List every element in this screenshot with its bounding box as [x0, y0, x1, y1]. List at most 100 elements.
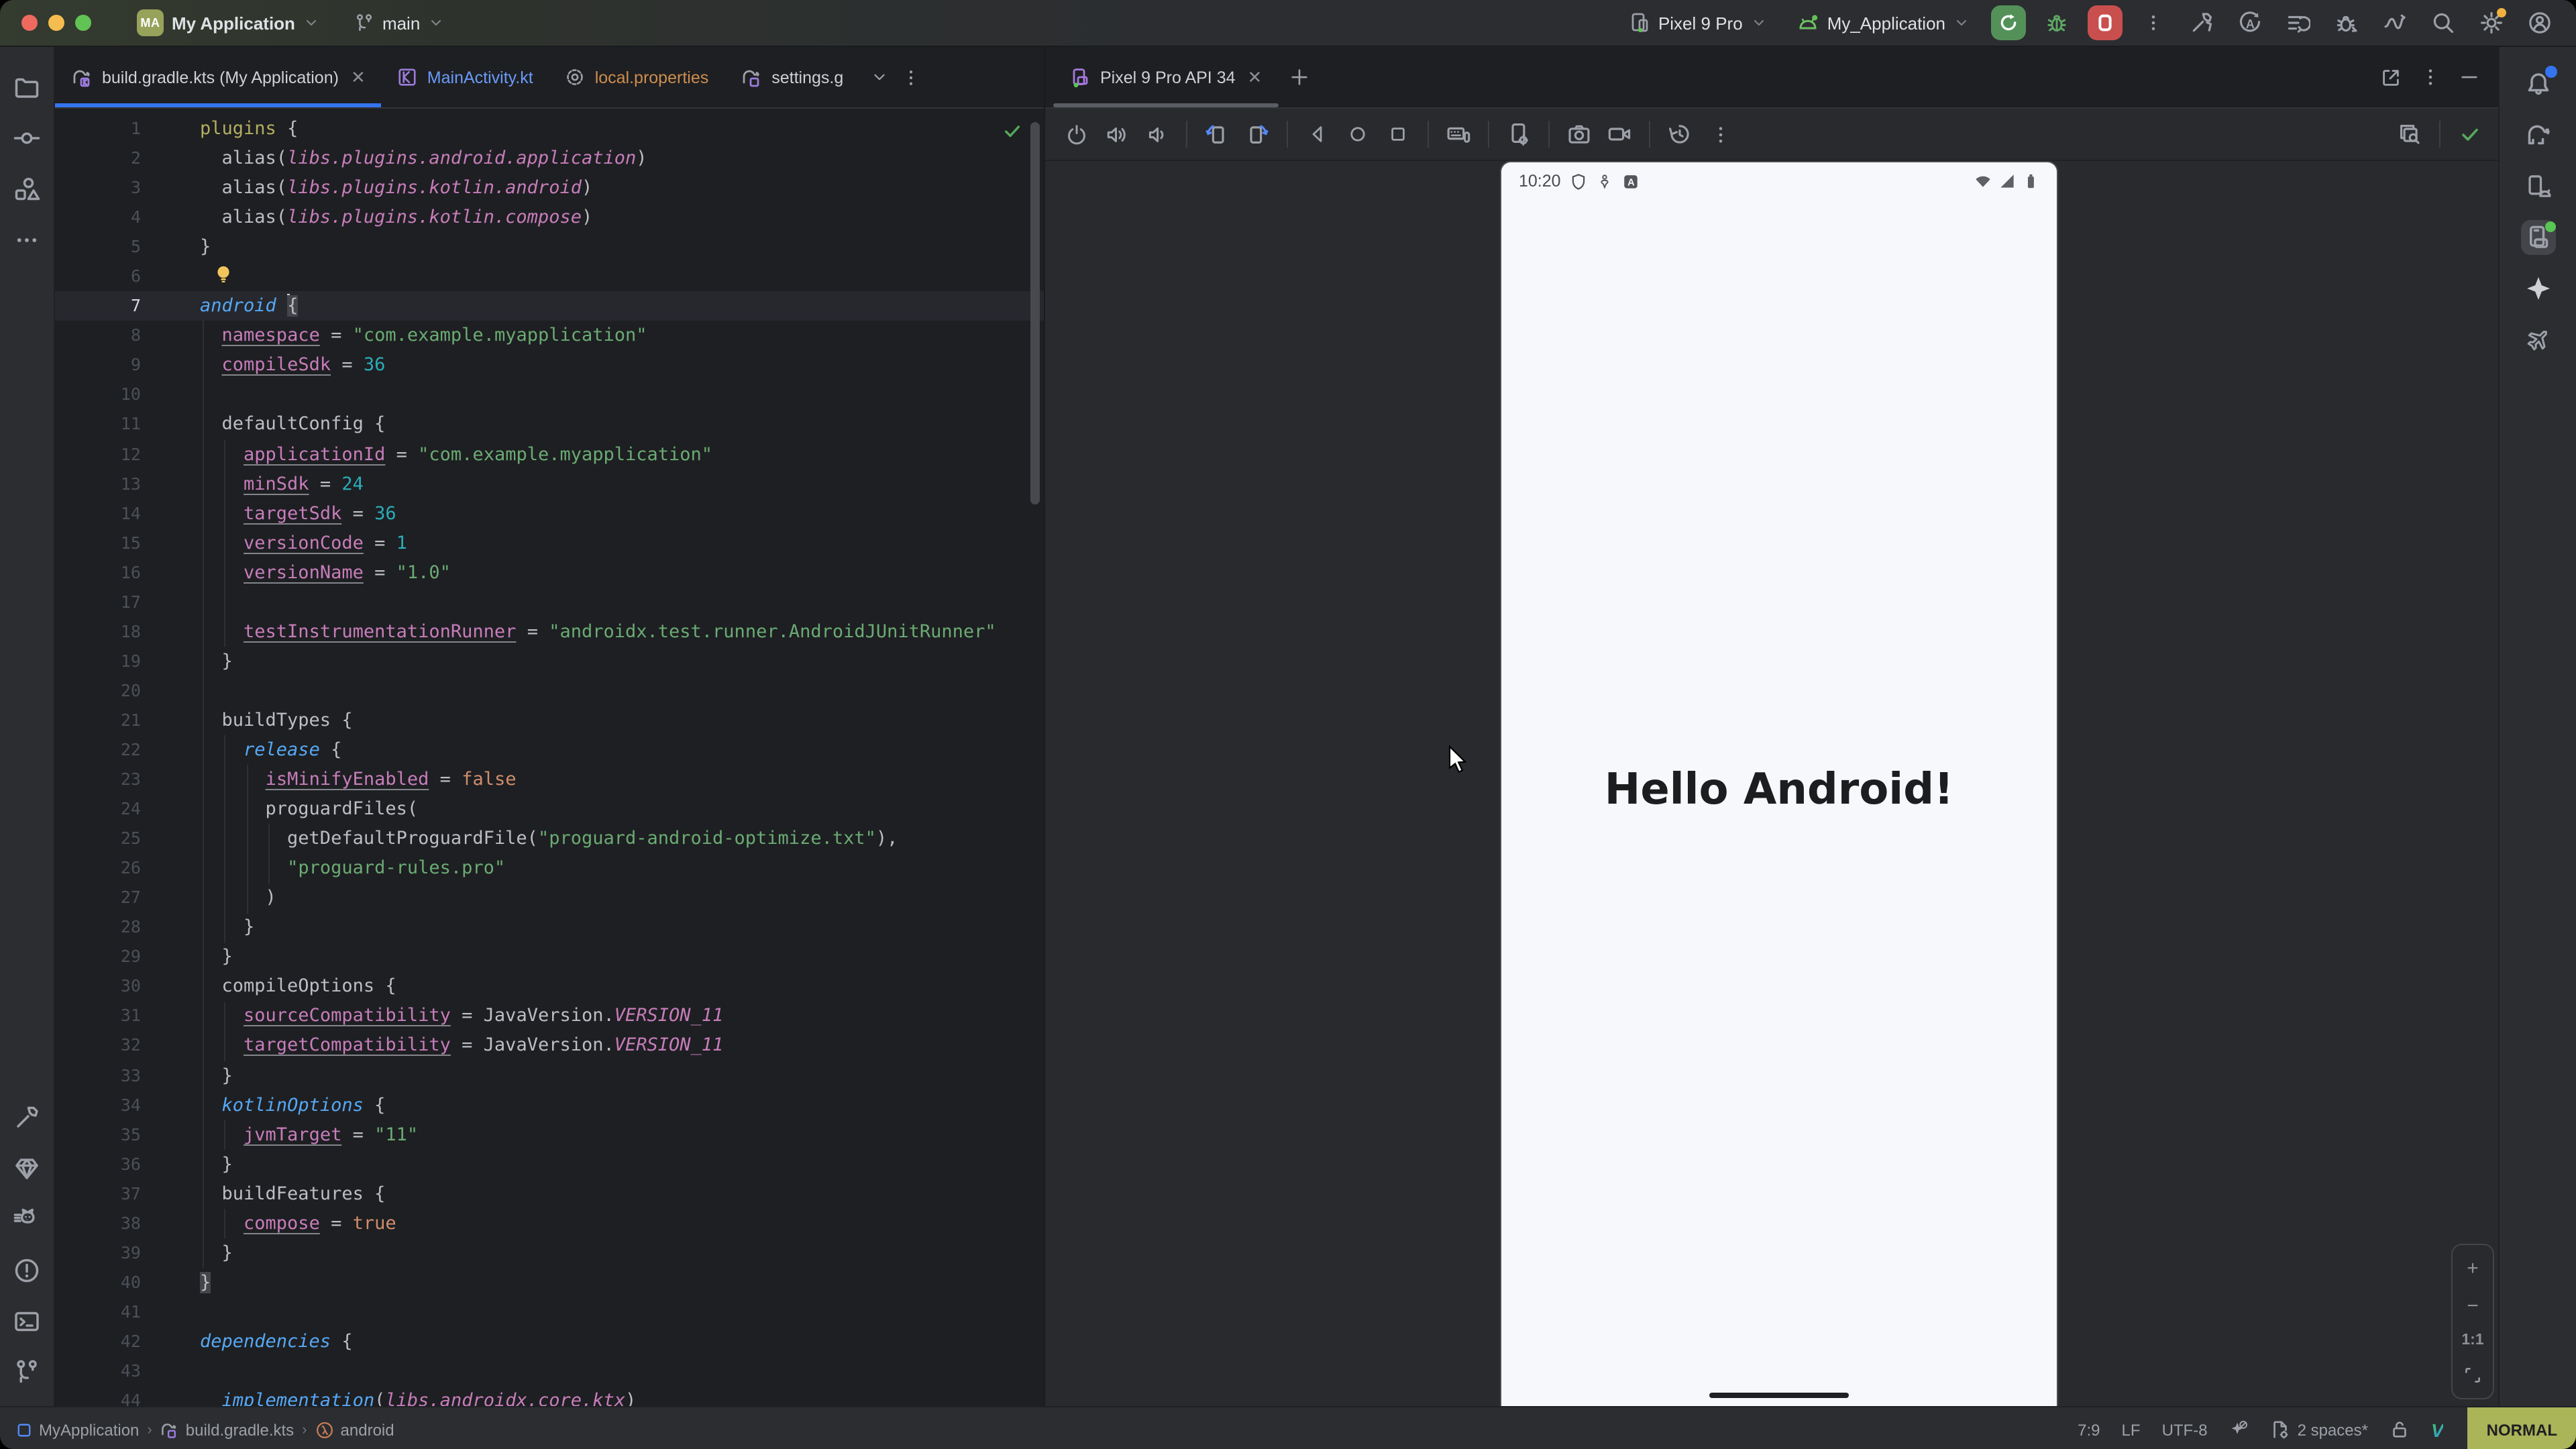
line-number[interactable]: 32	[55, 1031, 168, 1061]
apply-code-changes-button[interactable]	[2281, 5, 2316, 40]
sidebar-item-structure[interactable]	[9, 172, 44, 207]
line-number[interactable]: 33	[55, 1061, 168, 1090]
breadcrumb-module[interactable]: MyApplication	[16, 1420, 139, 1439]
line-number[interactable]: 35	[55, 1120, 168, 1149]
line-number[interactable]: 7	[55, 292, 168, 321]
profiler-button[interactable]	[2377, 5, 2412, 40]
line-number[interactable]: 42	[55, 1327, 168, 1356]
close-tab-icon[interactable]: ✕	[351, 66, 366, 88]
run-configuration-selector[interactable]: My_Application	[1788, 8, 1978, 38]
line-number[interactable]: 3	[55, 173, 168, 203]
readonly-lock-icon[interactable]	[2390, 1419, 2410, 1440]
ui-check-button[interactable]	[2392, 117, 2427, 152]
tab-settings-gradle[interactable]: settings.g	[724, 47, 859, 107]
rotate-left-button[interactable]	[1199, 117, 1234, 152]
line-number[interactable]: 2	[55, 144, 168, 173]
line-number[interactable]: 38	[55, 1208, 168, 1238]
vim-plugin-icon[interactable]: V	[2431, 1419, 2444, 1440]
device-settings-button[interactable]	[1501, 117, 1536, 152]
branch-widget[interactable]: main	[346, 9, 452, 37]
zoom-to-fit-icon[interactable]	[2463, 1366, 2482, 1385]
intention-bulb-icon[interactable]	[213, 264, 233, 284]
screen-record-button[interactable]	[1602, 117, 1637, 152]
line-number[interactable]: 31	[55, 1002, 168, 1031]
zoom-reset-button[interactable]: 1:1	[2461, 1333, 2483, 1349]
code-line[interactable]: 7android {	[55, 292, 1044, 321]
line-number[interactable]: 19	[55, 647, 168, 676]
code-editor[interactable]: 1plugins {2 alias(libs.plugins.android.a…	[55, 109, 1044, 1406]
minimize-window-button[interactable]	[48, 15, 64, 31]
build-button[interactable]	[2184, 5, 2219, 40]
sidebar-item-terminal[interactable]	[9, 1304, 44, 1339]
line-number[interactable]: 16	[55, 557, 168, 587]
sidebar-item-notifications[interactable]	[2520, 67, 2555, 102]
line-number[interactable]: 14	[55, 498, 168, 528]
line-number[interactable]: 30	[55, 972, 168, 1002]
code-line[interactable]: 3 alias(libs.plugins.kotlin.android)	[55, 173, 1044, 203]
sidebar-item-build[interactable]	[9, 1100, 44, 1135]
line-number[interactable]: 21	[55, 706, 168, 735]
editor-scrollbar[interactable]	[1030, 122, 1040, 504]
android-back-button[interactable]	[1300, 117, 1335, 152]
code-line[interactable]: 4 alias(libs.plugins.kotlin.compose)	[55, 203, 1044, 232]
panel-options-icon[interactable]	[2420, 67, 2440, 87]
line-number[interactable]: 20	[55, 676, 168, 706]
tab-mainactivity[interactable]: MainActivity.kt	[382, 47, 549, 107]
line-number[interactable]: 6	[55, 262, 168, 291]
sidebar-item-gemini[interactable]	[9, 1151, 44, 1186]
sidebar-item-device-manager[interactable]	[2520, 169, 2555, 204]
code-line[interactable]: 40}	[55, 1268, 1044, 1297]
line-number[interactable]: 9	[55, 351, 168, 380]
volume-down-button[interactable]	[1139, 117, 1174, 152]
zoom-window-button[interactable]	[75, 15, 91, 31]
sidebar-item-version-control[interactable]	[9, 1355, 44, 1390]
tab-pixel-9-pro-api-34[interactable]: Pixel 9 Pro API 34 ✕	[1053, 47, 1278, 107]
line-number[interactable]: 23	[55, 765, 168, 794]
line-number[interactable]: 11	[55, 410, 168, 439]
add-device-tab-button[interactable]	[1278, 47, 1320, 107]
line-number[interactable]: 29	[55, 943, 168, 972]
sidebar-item-running-devices[interactable]	[2520, 220, 2555, 255]
hide-panel-icon[interactable]	[2459, 67, 2479, 87]
emulator-more-button[interactable]	[1703, 117, 1737, 152]
device-reset-button[interactable]	[1662, 117, 1697, 152]
volume-up-button[interactable]	[1099, 117, 1134, 152]
power-button[interactable]	[1059, 117, 1093, 152]
code-line[interactable]: 43	[55, 1356, 1044, 1386]
screenshot-button[interactable]	[1562, 117, 1597, 152]
line-number[interactable]: 41	[55, 1297, 168, 1327]
search-everywhere-button[interactable]	[2426, 5, 2461, 40]
code-line[interactable]: 1plugins {	[55, 114, 1044, 144]
line-number[interactable]: 25	[55, 824, 168, 853]
sidebar-item-more[interactable]	[9, 223, 44, 258]
line-number[interactable]: 34	[55, 1090, 168, 1120]
code-line[interactable]: 6	[55, 262, 1044, 291]
account-button[interactable]	[2522, 5, 2557, 40]
sidebar-item-commit[interactable]	[9, 121, 44, 156]
tab-build-gradle[interactable]: build.gradle.kts (My Application) ✕	[55, 47, 382, 107]
open-in-new-window-icon[interactable]	[2380, 66, 2402, 88]
close-window-button[interactable]	[21, 15, 38, 31]
hardware-input-button[interactable]	[1441, 117, 1476, 152]
file-encoding[interactable]: UTF-8	[2162, 1420, 2208, 1439]
android-home-button[interactable]	[1340, 117, 1375, 152]
settings-button[interactable]	[2474, 5, 2509, 40]
code-line[interactable]: 2 alias(libs.plugins.android.application…	[55, 144, 1044, 173]
sidebar-item-gradle[interactable]	[2520, 118, 2555, 153]
close-tab-icon[interactable]: ✕	[1248, 66, 1263, 88]
line-number[interactable]: 18	[55, 617, 168, 647]
zoom-out-button[interactable]: −	[2467, 1296, 2479, 1316]
device-selector[interactable]: Pixel 9 Pro	[1621, 8, 1775, 38]
line-number[interactable]: 10	[55, 380, 168, 410]
line-number[interactable]: 43	[55, 1356, 168, 1386]
tab-local-properties[interactable]: local.properties	[549, 47, 725, 107]
line-number[interactable]: 39	[55, 1238, 168, 1268]
breadcrumb-file[interactable]: build.gradle.kts	[160, 1420, 294, 1439]
line-number[interactable]: 40	[55, 1268, 168, 1297]
attach-debugger-button[interactable]	[2329, 5, 2364, 40]
line-number[interactable]: 15	[55, 528, 168, 557]
line-number[interactable]: 8	[55, 321, 168, 351]
sidebar-item-logcat[interactable]	[9, 1202, 44, 1237]
hidden-tabs-chevron-icon[interactable]	[870, 68, 888, 86]
sidebar-item-airplane[interactable]	[2520, 322, 2555, 357]
